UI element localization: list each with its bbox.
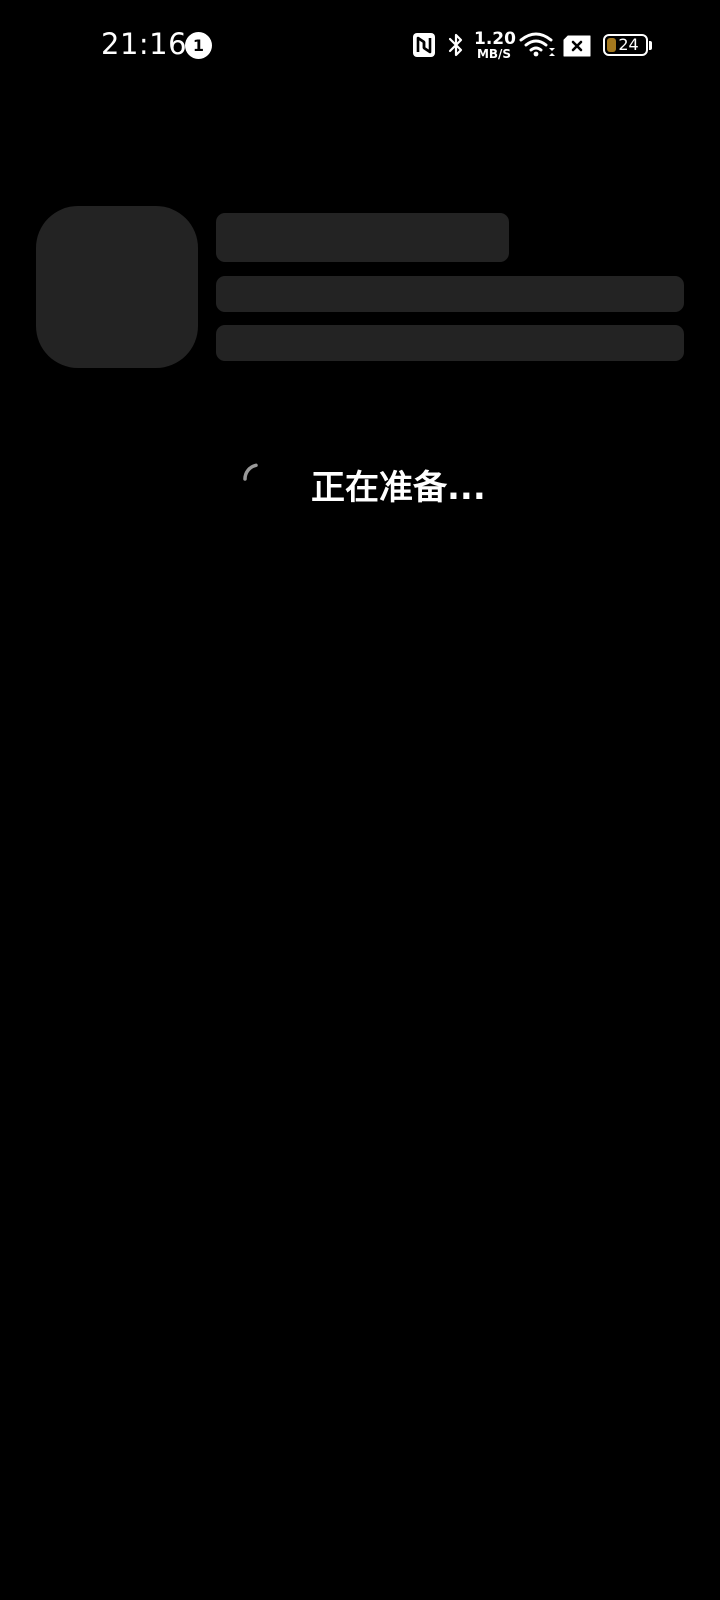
skeleton-title-line — [216, 213, 509, 262]
battery-icon: 24 — [603, 34, 648, 56]
network-speed: 1.20 MB/S — [474, 29, 516, 61]
nfc-icon — [412, 32, 436, 62]
sim-no-signal-icon — [563, 35, 591, 61]
wifi-icon — [519, 30, 555, 64]
status-bar: 21:16 1 1.20 MB/S 24 — [0, 0, 720, 92]
network-speed-value: 1.20 — [474, 29, 516, 49]
loading-spinner-icon — [242, 462, 276, 496]
skeleton-text-line — [216, 276, 684, 312]
network-speed-unit: MB/S — [476, 47, 512, 61]
battery-level-text: 24 — [618, 35, 639, 54]
status-time: 21:16 — [101, 27, 188, 61]
battery-nub — [649, 41, 652, 50]
loading-text: 正在准备... — [311, 468, 486, 508]
notification-count-badge: 1 — [185, 32, 212, 59]
skeleton-text-line — [216, 325, 684, 361]
skeleton-app-icon — [36, 206, 198, 368]
bluetooth-icon — [447, 32, 465, 62]
loading-indicator: 正在准备... — [0, 462, 720, 512]
